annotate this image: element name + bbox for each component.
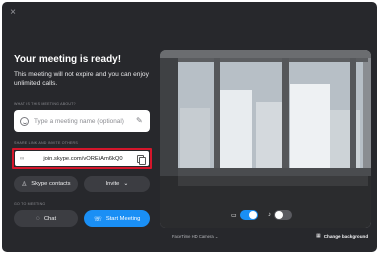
copy-icon[interactable]: [137, 154, 146, 165]
invite-label: Invite: [105, 181, 120, 187]
close-icon[interactable]: ×: [8, 8, 18, 18]
pencil-icon[interactable]: ✎: [136, 117, 144, 125]
dialog-subtitle: This meeting will not expire and you can…: [14, 71, 149, 87]
meeting-name-label: WHAT IS THIS MEETING ABOUT?: [14, 102, 76, 106]
video-toggle-group: ▭: [231, 210, 258, 220]
chevron-down-icon: ⌄: [123, 181, 129, 187]
camera-select[interactable]: FaceTime HD Camera ⌄: [172, 234, 218, 239]
camera-preview: [160, 50, 371, 228]
mic-toggle-group: ♪: [268, 210, 292, 220]
camera-name: FaceTime HD Camera: [172, 234, 214, 239]
start-meeting-icon: ☏: [93, 215, 102, 223]
meeting-link-text[interactable]: join.skype.com/vOREiAm6kQ0: [29, 156, 137, 162]
background-effects-icon: ▦: [316, 233, 321, 239]
chat-button[interactable]: ◌ Chat: [14, 210, 78, 227]
link-icon: ∞: [20, 155, 25, 162]
mic-toggle[interactable]: [274, 210, 292, 220]
change-background-button[interactable]: ▦ Change background: [316, 233, 368, 239]
camera-preview-image: [160, 50, 371, 228]
share-link-highlight: ∞ join.skype.com/vOREiAm6kQ0: [12, 148, 152, 169]
dialog-title: Your meeting is ready!: [14, 54, 122, 65]
meeting-name-field[interactable]: ✎: [14, 110, 150, 132]
start-meeting-label: Start Meeting: [105, 215, 141, 222]
invite-button[interactable]: Invite ⌄: [84, 176, 150, 192]
share-link-field[interactable]: ∞ join.skype.com/vOREiAm6kQ0: [15, 151, 149, 166]
smiley-icon[interactable]: [20, 116, 29, 126]
skype-contacts-label: Skype contacts: [31, 181, 71, 187]
chat-label: Chat: [43, 215, 57, 222]
meeting-name-input[interactable]: [34, 117, 136, 125]
skype-contacts-button[interactable]: ♙ Skype contacts: [14, 176, 78, 192]
chat-icon: ◌: [35, 215, 40, 222]
start-meeting-button[interactable]: ☏ Start Meeting: [84, 210, 150, 227]
chevron-down-icon: ⌄: [214, 234, 219, 239]
add-contact-icon: ♙: [21, 181, 28, 188]
video-toggle-knob: [248, 211, 257, 219]
go-to-meeting-label: GO TO MEETING: [14, 202, 46, 206]
meeting-ready-dialog: × Your meeting is ready! This meeting wi…: [2, 2, 377, 252]
video-toggle[interactable]: [239, 210, 258, 220]
change-background-label: Change background: [323, 233, 369, 239]
mic-toggle-knob: [275, 211, 283, 219]
share-link-label: SHARE LINK AND INVITE OTHERS: [14, 141, 78, 145]
microphone-muted-icon: ♪: [268, 212, 271, 218]
video-camera-icon: ▭: [231, 212, 237, 219]
